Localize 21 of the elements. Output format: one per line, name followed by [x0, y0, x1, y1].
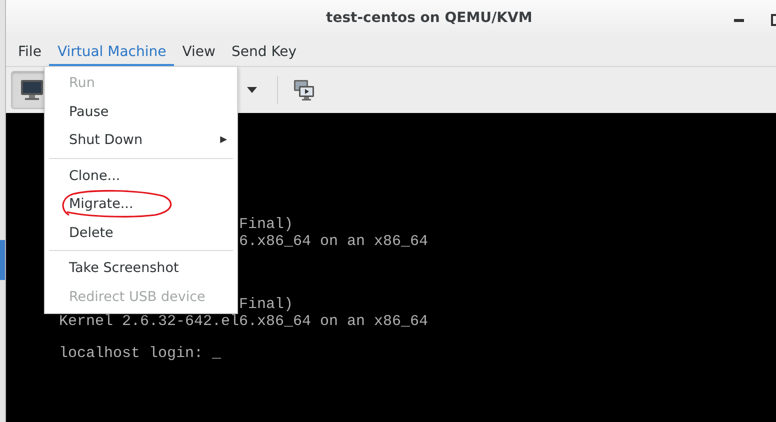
menu-bar-item[interactable]: View [174, 40, 224, 66]
menu-bar-item[interactable]: File [10, 40, 50, 66]
maximize-icon[interactable] [771, 14, 776, 26]
menu-bar-item[interactable]: Send Key [223, 40, 305, 66]
menu-item[interactable]: Migrate... [45, 190, 237, 218]
minimize-icon[interactable] [734, 19, 744, 23]
console-text: Final) [239, 216, 294, 233]
console-text: Kernel 2.6.32-642.el6.x86_64 on an x86_64 [59, 313, 428, 330]
menu-item[interactable]: Take Screenshot [45, 254, 237, 282]
submenu-arrow: ▶ [220, 135, 227, 146]
console-text: localhost login: _ [59, 345, 222, 362]
menu-item[interactable]: Pause [45, 98, 237, 126]
caret-icon[interactable] [247, 87, 257, 93]
monitor-icon [20, 79, 44, 101]
menu-item[interactable]: Clone... [45, 162, 237, 190]
menu-item[interactable]: Delete [45, 218, 237, 247]
window-title: test-centos on QEMU/KVM [326, 10, 532, 26]
menu-item[interactable]: Shut Down ▶ [45, 126, 237, 154]
monitors-icon[interactable] [293, 79, 315, 101]
console-text: Final) [239, 296, 294, 313]
console-text: 6.x86_64 on an x86_64 [239, 233, 428, 250]
